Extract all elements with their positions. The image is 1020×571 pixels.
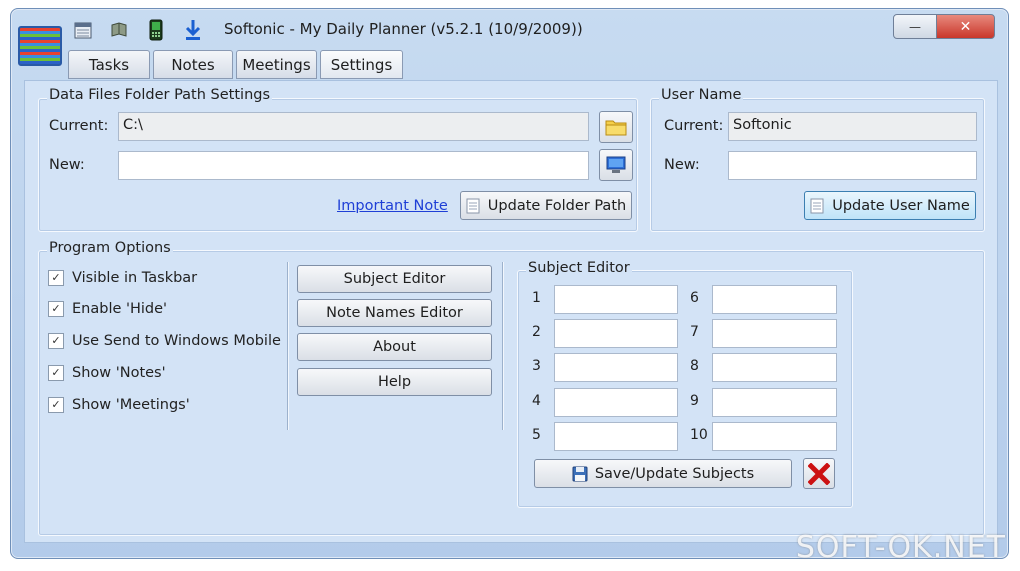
download-icon[interactable] [182, 19, 204, 41]
subject-number: 2 [532, 324, 541, 340]
subject-editor-button[interactable]: Subject Editor [297, 265, 492, 293]
data-files-title: Data Files Folder Path Settings [47, 87, 273, 103]
current-user-field: Softonic [728, 112, 977, 141]
new-path-input[interactable] [118, 151, 589, 180]
update-folder-path-label: Update Folder Path [487, 197, 627, 214]
subject-number: 1 [532, 290, 541, 306]
option-label: Enable 'Hide' [72, 301, 168, 317]
option-label: Use Send to Windows Mobile [72, 333, 281, 349]
button-label: Help [377, 374, 412, 390]
divider [287, 262, 288, 430]
save-subjects-button[interactable]: Save/Update Subjects [534, 459, 792, 488]
option-send-windows-mobile[interactable]: ✓ Use Send to Windows Mobile [48, 333, 281, 349]
update-user-name-button[interactable]: Update User Name [804, 191, 976, 220]
new-user-label: New: [664, 157, 700, 173]
current-path-label: Current: [49, 118, 109, 134]
red-x-icon [808, 462, 830, 485]
subject-input-10[interactable] [712, 422, 837, 451]
clear-subjects-button[interactable] [803, 458, 835, 489]
subject-number: 6 [690, 290, 699, 306]
subject-number: 4 [532, 393, 541, 409]
tab-label: Settings [330, 55, 393, 74]
subject-number: 5 [532, 427, 541, 443]
phone-icon[interactable] [145, 19, 167, 41]
folder-icon [605, 120, 627, 136]
subject-input-6[interactable] [712, 285, 837, 314]
checkbox[interactable]: ✓ [48, 397, 64, 413]
save-subjects-label: Save/Update Subjects [594, 465, 755, 482]
update-folder-path-button[interactable]: Update Folder Path [460, 191, 632, 220]
tab-label: Tasks [88, 55, 130, 74]
close-window-button[interactable]: ✕ [936, 14, 995, 39]
document-icon [466, 198, 480, 213]
option-show-notes[interactable]: ✓ Show 'Notes' [48, 365, 166, 381]
subject-editor-title: Subject Editor [526, 260, 632, 276]
subject-input-1[interactable] [554, 285, 678, 314]
important-note-link[interactable]: Important Note [337, 198, 448, 214]
minimize-button[interactable]: — [893, 14, 937, 39]
button-label: Subject Editor [343, 271, 446, 287]
subject-number: 8 [690, 358, 699, 374]
browse-folder-button[interactable] [599, 111, 633, 143]
note-names-editor-button[interactable]: Note Names Editor [297, 299, 492, 327]
tab-label: Notes [171, 55, 215, 74]
calendar-icon[interactable] [72, 19, 94, 41]
window-title: Softonic - My Daily Planner (v5.2.1 (10/… [224, 20, 583, 38]
subject-input-8[interactable] [712, 353, 837, 382]
option-label: Visible in Taskbar [72, 270, 198, 286]
current-user-label: Current: [664, 118, 724, 134]
tab-meetings[interactable]: Meetings [236, 50, 317, 79]
computer-path-button[interactable] [599, 149, 633, 181]
checkbox[interactable]: ✓ [48, 301, 64, 317]
document-icon [810, 198, 824, 213]
subject-input-5[interactable] [554, 422, 678, 451]
computer-icon [606, 156, 626, 173]
notebook-icon[interactable] [108, 19, 130, 41]
option-enable-hide[interactable]: ✓ Enable 'Hide' [48, 301, 167, 317]
checkbox[interactable]: ✓ [48, 333, 64, 349]
subject-number: 10 [690, 427, 708, 443]
subject-number: 9 [690, 393, 699, 409]
minimize-icon: — [909, 19, 921, 34]
subject-input-9[interactable] [712, 388, 837, 417]
about-button[interactable]: About [297, 333, 492, 361]
new-path-label: New: [49, 157, 85, 173]
help-button[interactable]: Help [297, 368, 492, 396]
button-label: Note Names Editor [326, 305, 463, 321]
checkbox[interactable]: ✓ [48, 270, 64, 286]
update-user-name-label: Update User Name [832, 197, 970, 214]
new-user-input[interactable] [728, 151, 977, 180]
subject-input-4[interactable] [554, 388, 678, 417]
program-options-title: Program Options [47, 240, 173, 256]
option-visible-taskbar[interactable]: ✓ Visible in Taskbar [48, 270, 197, 286]
subject-number: 7 [690, 324, 699, 340]
checkbox[interactable]: ✓ [48, 365, 64, 381]
tab-label: Meetings [242, 55, 311, 74]
option-show-meetings[interactable]: ✓ Show 'Meetings' [48, 397, 190, 413]
tab-settings[interactable]: Settings [320, 50, 403, 79]
subject-number: 3 [532, 358, 541, 374]
divider [502, 262, 503, 430]
tab-notes[interactable]: Notes [153, 50, 233, 79]
app-logo-icon [18, 26, 62, 66]
tab-tasks[interactable]: Tasks [68, 50, 150, 79]
save-icon [572, 466, 588, 481]
button-label: About [373, 339, 416, 355]
close-icon: ✕ [959, 18, 972, 35]
subject-input-3[interactable] [554, 353, 678, 382]
subject-input-2[interactable] [554, 319, 678, 348]
subject-input-7[interactable] [712, 319, 837, 348]
watermark-text: SOFT-OK.NET [795, 530, 1006, 565]
option-label: Show 'Notes' [72, 365, 166, 381]
user-name-title: User Name [659, 87, 744, 103]
option-label: Show 'Meetings' [72, 397, 190, 413]
current-path-field: C:\ [118, 112, 589, 141]
